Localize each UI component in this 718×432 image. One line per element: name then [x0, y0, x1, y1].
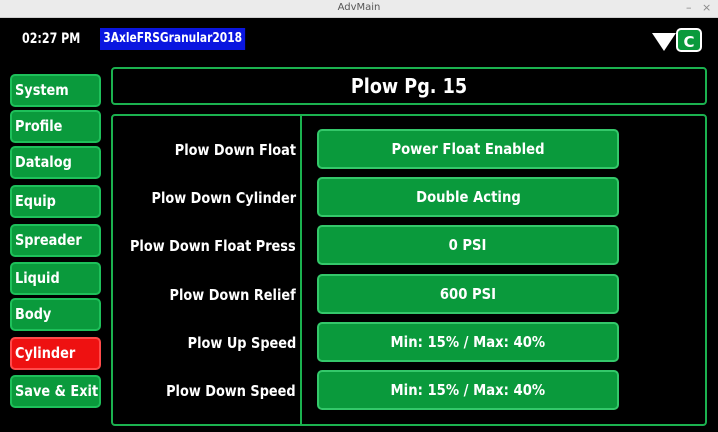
column-divider: [300, 115, 302, 425]
connection-badge[interactable]: C: [676, 28, 702, 52]
sidebar-item-cylinder[interactable]: Cylinder: [10, 337, 101, 370]
sidebar-item-spreader[interactable]: Spreader: [10, 224, 101, 257]
setting-value-text: Min: 15% / Max: 40%: [390, 333, 546, 351]
sidebar-item-system[interactable]: System: [10, 74, 101, 107]
setting-value-text: Power Float Enabled: [391, 140, 545, 158]
setting-value-plow-down-speed[interactable]: Min: 15% / Max: 40%: [317, 370, 619, 410]
status-bar: 02:27 PM 3AxleFRSGranular2018 C: [0, 18, 718, 62]
sidebar-item-liquid[interactable]: Liquid: [10, 262, 101, 295]
sidebar-item-datalog[interactable]: Datalog: [10, 146, 101, 179]
setting-value-plow-up-speed[interactable]: Min: 15% / Max: 40%: [317, 322, 619, 362]
setting-value-text: Min: 15% / Max: 40%: [390, 381, 546, 399]
setting-label-plow-down-cylinder: Plow Down Cylinder: [151, 189, 296, 207]
signal-icon: [652, 33, 676, 51]
setting-label-plow-down-float: Plow Down Float: [174, 141, 296, 159]
setting-value-text: 0 PSI: [449, 236, 487, 254]
setting-value-plow-down-float[interactable]: Power Float Enabled: [317, 129, 619, 169]
sidebar-item-label: System: [15, 81, 69, 99]
minimize-button[interactable]: –: [686, 1, 692, 14]
sidebar-item-equip[interactable]: Equip: [10, 185, 101, 218]
profile-name: 3AxleFRSGranular2018: [100, 28, 246, 50]
setting-value-plow-down-float-press[interactable]: 0 PSI: [317, 225, 619, 265]
sidebar-item-label: Datalog: [15, 153, 72, 171]
setting-value-text: 600 PSI: [439, 285, 497, 303]
sidebar-item-body[interactable]: Body: [10, 298, 101, 331]
setting-label-plow-down-speed: Plow Down Speed: [166, 382, 296, 400]
sidebar-item-profile[interactable]: Profile: [10, 110, 101, 143]
setting-label-plow-down-relief: Plow Down Relief: [169, 286, 296, 304]
page-title: Plow Pg. 15: [350, 74, 468, 98]
sidebar-item-label: Equip: [15, 192, 56, 210]
sidebar-item-label: Cylinder: [15, 344, 76, 362]
sidebar-item-label: Body: [15, 305, 52, 323]
page-header: Plow Pg. 15: [111, 67, 707, 105]
sidebar-item-label: Liquid: [15, 269, 60, 287]
close-button[interactable]: ×: [702, 1, 711, 14]
sidebar-item-label: Save & Exit: [15, 382, 99, 400]
window-title: AdvMain: [337, 2, 381, 13]
sidebar-item-label: Profile: [15, 117, 63, 135]
setting-label-plow-up-speed: Plow Up Speed: [187, 334, 296, 352]
sidebar-item-save-exit[interactable]: Save & Exit: [10, 375, 101, 408]
sidebar-item-label: Spreader: [15, 231, 82, 249]
setting-value-plow-down-relief[interactable]: 600 PSI: [317, 274, 619, 314]
setting-label-plow-down-float-press: Plow Down Float Press: [130, 237, 296, 255]
clock: 02:27 PM: [22, 31, 81, 47]
setting-value-plow-down-cylinder[interactable]: Double Acting: [317, 177, 619, 217]
window-titlebar: AdvMain – ×: [0, 0, 718, 18]
setting-value-text: Double Acting: [415, 188, 521, 206]
